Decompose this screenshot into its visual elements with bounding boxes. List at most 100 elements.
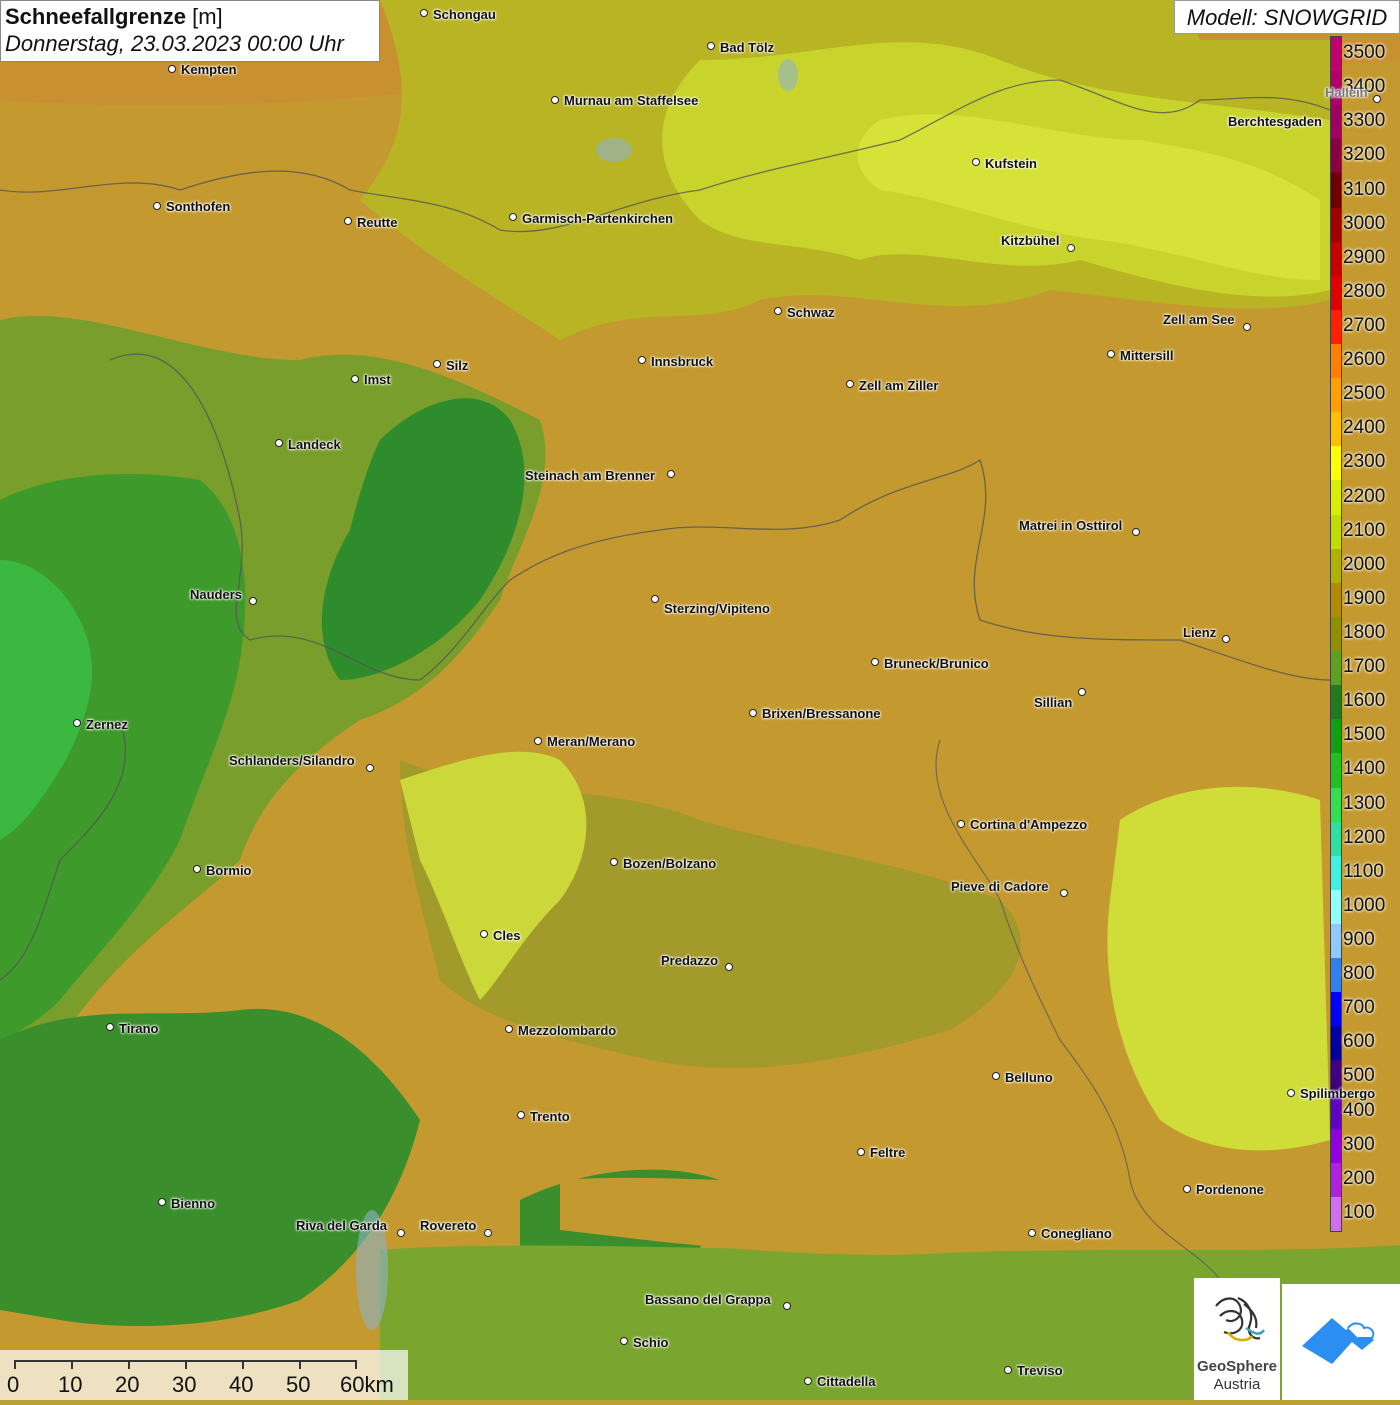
legend-label: 3100 [1343, 178, 1386, 200]
place-label: Mittersill [1120, 348, 1174, 363]
place-dot [725, 963, 733, 971]
scale-tick [185, 1360, 187, 1369]
scale-label: 60km [340, 1372, 394, 1397]
legend-swatch [1331, 412, 1341, 447]
place-dot [667, 470, 675, 478]
lake-staffelsee [596, 138, 632, 162]
place-label: Schlanders/Silandro [229, 753, 355, 768]
legend-label: 200 [1343, 1167, 1375, 1189]
legend-label: 100 [1343, 1201, 1375, 1223]
place-dot [638, 356, 646, 364]
snow-app-logo[interactable] [1282, 1284, 1400, 1400]
legend-label: 2200 [1343, 485, 1386, 507]
place-label: Bozen/Bolzano [623, 856, 717, 871]
place-dot [275, 439, 283, 447]
legend-label: 2400 [1343, 417, 1386, 439]
map-title-unit: [m] [192, 4, 223, 29]
place-dot [106, 1023, 114, 1031]
place-dot [804, 1377, 812, 1385]
place-dot [1132, 528, 1140, 536]
legend-swatch [1331, 378, 1341, 413]
place-label: Feltre [870, 1145, 906, 1160]
legend-label: 1000 [1343, 894, 1386, 916]
legend-swatch [1331, 923, 1341, 959]
scale-label: 50 [286, 1372, 311, 1397]
place-label: Bienno [171, 1196, 216, 1211]
place-dot [1373, 95, 1381, 103]
place-dot [351, 375, 359, 383]
legend-swatch [1331, 616, 1341, 652]
place-dot [344, 217, 352, 225]
place-dot [534, 737, 542, 745]
legend-swatch [1331, 446, 1341, 481]
place-label: Murnau am Staffelsee [564, 93, 699, 108]
legend-label: 900 [1343, 929, 1375, 951]
place-label: Zell am See [1163, 312, 1235, 327]
geosphere-logo[interactable]: GeoSphere Austria [1194, 1278, 1280, 1400]
legend-label: 600 [1343, 1031, 1375, 1053]
legend-swatch [1331, 207, 1341, 243]
legend-label: 3000 [1343, 212, 1386, 234]
legend-label: 1300 [1343, 792, 1386, 814]
place-label: Predazzo [661, 953, 719, 968]
place-dot [551, 96, 559, 104]
place-label: Spilimbergo [1300, 1086, 1376, 1101]
legend-swatch [1331, 139, 1341, 174]
place-label: Bad Tölz [720, 40, 775, 55]
scale-label: 30 [172, 1372, 197, 1397]
place-dot [1004, 1366, 1012, 1374]
map-title: Schneefallgrenze [m] [5, 4, 375, 30]
place-label: Landeck [288, 437, 341, 452]
place-dot [707, 42, 715, 50]
legend-swatch [1331, 1026, 1341, 1061]
legend-swatch [1331, 855, 1341, 891]
place-label: Pieve di Cadore [951, 879, 1049, 894]
place-dot [972, 158, 980, 166]
legend-label: 1700 [1343, 656, 1386, 678]
map-title-main: Schneefallgrenze [5, 4, 186, 29]
place-label: Berchtesgaden [1228, 114, 1322, 129]
place-dot [193, 865, 201, 873]
place-label: Lienz [1183, 625, 1217, 640]
place-label: Steinach am Brenner [525, 468, 656, 483]
mountain-cloud-icon [1302, 1318, 1375, 1364]
legend-label: 2100 [1343, 519, 1386, 541]
map-date: Donnerstag, 23.03.2023 00:00 Uhr [5, 31, 344, 56]
place-dot [1287, 1089, 1295, 1097]
place-label: Nauders [190, 587, 243, 602]
place-label: Kufstein [985, 156, 1037, 171]
place-dot [420, 9, 428, 17]
zone-orange-south [560, 1177, 1400, 1255]
place-dot [1067, 244, 1075, 252]
place-label: Mezzolombardo [518, 1023, 617, 1038]
place-label: Belluno [1005, 1070, 1053, 1085]
place-dot [620, 1337, 628, 1345]
legend-swatch [1331, 787, 1341, 823]
legend-label: 2300 [1343, 451, 1386, 473]
legend-swatch [1331, 548, 1341, 584]
place-label: Brixen/Bressanone [762, 706, 881, 721]
legend-label: 2000 [1343, 553, 1386, 575]
geosphere-name: GeoSphere [1196, 1358, 1278, 1375]
legend-label: 300 [1343, 1133, 1375, 1155]
legend-swatch [1331, 958, 1341, 993]
legend-label: 1100 [1343, 860, 1384, 882]
legend-label: 3300 [1343, 110, 1386, 132]
scale-label: 40 [229, 1372, 254, 1397]
place-label: Hallein [1325, 85, 1368, 100]
model-label: Modell: SNOWGRID [1174, 0, 1400, 34]
legend-swatch [1331, 651, 1341, 686]
place-dot [957, 820, 965, 828]
legend-swatch [1331, 241, 1341, 277]
title-panel: Schneefallgrenze [m] Donnerstag, 23.03.2… [0, 0, 380, 62]
place-dot [871, 658, 879, 666]
geosphere-sub: Austria [1213, 1376, 1261, 1393]
place-label: Schongau [433, 7, 496, 22]
place-label: Meran/Merano [547, 734, 636, 749]
place-dot [73, 719, 81, 727]
legend-swatch [1331, 105, 1341, 140]
scale-tick [128, 1360, 130, 1369]
place-label: Reutte [357, 215, 398, 230]
legend-label: 2900 [1343, 246, 1386, 268]
legend-swatch [1331, 685, 1341, 720]
